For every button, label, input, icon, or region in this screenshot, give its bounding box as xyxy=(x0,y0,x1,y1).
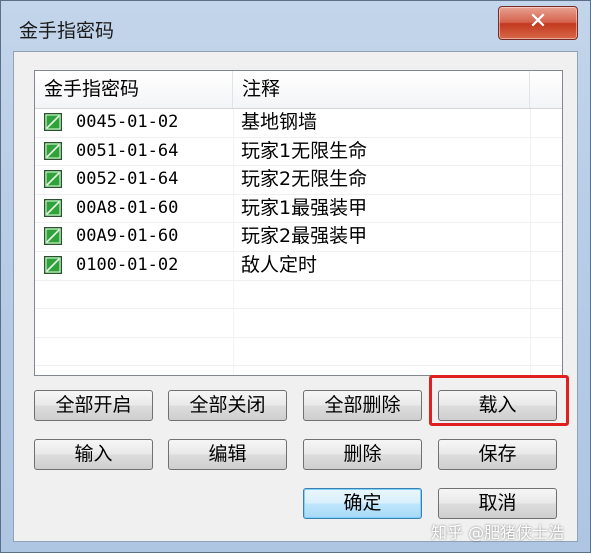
row-note: 玩家2无限生命 xyxy=(241,168,368,191)
edit-button[interactable]: 编辑 xyxy=(168,439,287,470)
list-row[interactable]: 0045-01-02 基地钢墙 xyxy=(35,109,562,138)
list-row xyxy=(35,338,562,367)
row-code: 0052-01-64 xyxy=(76,169,179,190)
row-note: 基地钢墙 xyxy=(241,111,318,133)
cancel-button[interactable]: 取消 xyxy=(438,488,557,519)
close-icon: ✕ xyxy=(528,9,548,34)
column-header-code[interactable]: 金手指密码 xyxy=(35,71,233,108)
list-row xyxy=(35,281,562,310)
list-rows: 0045-01-02 基地钢墙 0051-01-64 玩家1无限生命 0052-01-6… xyxy=(35,109,562,375)
window-title: 金手指密码 xyxy=(19,20,115,42)
list-header: 金手指密码 注释 xyxy=(35,71,562,109)
column-header-filler xyxy=(530,71,562,108)
dialog-body: 金手指密码 注释 0045-01-02 基地钢墙 0051-01-64 玩家1无限生命… xyxy=(13,51,578,542)
close-button[interactable]: ✕ xyxy=(498,6,578,40)
row-code: 00A8-01-60 xyxy=(76,197,179,218)
delete-all-button[interactable]: 全部删除 xyxy=(303,390,422,421)
load-button-highlight xyxy=(429,375,569,426)
cheat-code-list[interactable]: 金手指密码 注释 0045-01-02 基地钢墙 0051-01-64 玩家1无限生命… xyxy=(34,70,563,376)
row-note: 玩家1无限生命 xyxy=(241,139,368,162)
save-button[interactable]: 保存 xyxy=(438,439,557,470)
row-checkbox[interactable] xyxy=(44,227,62,246)
row-checkbox[interactable] xyxy=(44,198,62,217)
row-code: 0051-01-64 xyxy=(76,140,179,161)
row-code: 0100-01-02 xyxy=(76,254,179,275)
column-header-note[interactable]: 注释 xyxy=(233,71,530,108)
list-row[interactable]: 0051-01-64 玩家1无限生命 xyxy=(35,138,562,167)
row-note: 敌人定时 xyxy=(241,253,318,276)
ok-button[interactable]: 确定 xyxy=(303,488,422,519)
enable-all-button[interactable]: 全部开启 xyxy=(34,390,153,421)
row-code: 0045-01-02 xyxy=(76,112,179,132)
list-row[interactable]: 00A8-01-60 玩家1最强装甲 xyxy=(35,195,562,224)
list-row[interactable]: 0100-01-02 敌人定时 xyxy=(35,252,562,281)
input-button[interactable]: 输入 xyxy=(34,439,153,470)
delete-button[interactable]: 删除 xyxy=(303,439,422,470)
list-row xyxy=(35,309,562,338)
watermark: 知乎 @肥猪侠士浩 xyxy=(431,523,565,542)
list-row[interactable]: 00A9-01-60 玩家2最强装甲 xyxy=(35,223,562,252)
disable-all-button[interactable]: 全部关闭 xyxy=(168,390,287,421)
cheat-code-dialog: 金手指密码 ✕ 金手指密码 注释 0045-01-02 基地钢墙 0051-01-6… xyxy=(0,0,591,553)
row-checkbox[interactable] xyxy=(44,255,62,274)
row-note: 玩家1最强装甲 xyxy=(241,196,368,219)
row-checkbox[interactable] xyxy=(44,113,62,131)
row-checkbox[interactable] xyxy=(44,170,62,189)
list-row[interactable]: 0052-01-64 玩家2无限生命 xyxy=(35,166,562,195)
row-code: 00A9-01-60 xyxy=(76,226,179,247)
row-note: 玩家2最强装甲 xyxy=(241,225,368,248)
row-checkbox[interactable] xyxy=(44,141,62,160)
